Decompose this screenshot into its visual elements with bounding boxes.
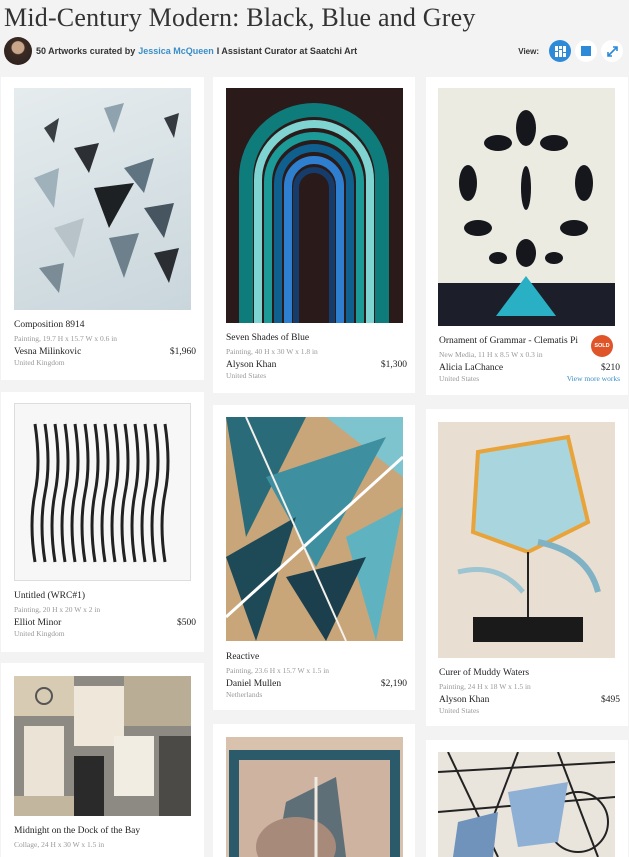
artwork-image[interactable]	[226, 417, 403, 641]
grid-view-icon	[554, 45, 566, 57]
artwork-card[interactable]: Untitled (WRC#1) Painting, 20 H x 20 W x…	[1, 392, 204, 652]
artwork-card[interactable]: Reactive Painting, 23.6 H x 15.7 W x 1.5…	[213, 405, 415, 710]
artwork-details: Painting, 23.6 H x 15.7 W x 1.5 in	[226, 666, 330, 675]
artwork-image[interactable]	[438, 422, 615, 658]
artwork-count: 50 Artworks curated by	[36, 46, 136, 56]
artist-country: United States	[226, 371, 267, 380]
artwork-title[interactable]: Seven Shades of Blue	[226, 333, 407, 343]
artwork-graphic	[457, 434, 601, 642]
artist-name[interactable]: Elliot Minor	[14, 618, 61, 628]
artwork-details: Painting, 40 H x 30 W x 1.8 in	[226, 347, 318, 356]
artwork-image[interactable]	[438, 88, 615, 326]
view-label: View:	[518, 46, 539, 56]
artist-name[interactable]: Alyson Khan	[439, 695, 489, 705]
artwork-card[interactable]: Ornament of Grammar - Clematis Pi New Me…	[426, 77, 628, 395]
artwork-details: Collage, 24 H x 30 W x 1.5 in	[14, 840, 105, 849]
artwork-title[interactable]: Composition 8914	[14, 320, 196, 330]
artist-country: United Kingdom	[14, 358, 65, 367]
artwork-graphic	[438, 110, 615, 326]
artist-name[interactable]: Daniel Mullen	[226, 679, 281, 689]
artwork-price: $210	[601, 363, 620, 373]
artwork-graphic	[14, 676, 191, 816]
expand-icon	[606, 45, 618, 57]
artwork-image[interactable]	[14, 676, 191, 816]
page-title: Mid-Century Modern: Black, Blue and Grey	[4, 3, 476, 32]
expand-button[interactable]	[601, 40, 623, 62]
curator-role: I Assistant Curator at Saatchi Art	[216, 46, 358, 56]
artwork-card[interactable]: Curer of Muddy Waters Painting, 24 H x 1…	[426, 409, 628, 726]
single-view-icon	[581, 46, 591, 56]
avatar[interactable]	[4, 37, 32, 65]
artwork-price: $500	[177, 618, 196, 628]
single-view-button[interactable]	[575, 40, 597, 62]
artwork-image[interactable]	[14, 88, 191, 310]
artwork-price: $2,190	[380, 679, 407, 689]
artwork-title[interactable]: Curer of Muddy Waters	[439, 668, 620, 678]
artwork-card[interactable]	[213, 724, 415, 857]
grid-view-button[interactable]	[549, 40, 571, 62]
artwork-details: Painting, 19.7 H x 15.7 W x 0.6 in	[14, 334, 118, 343]
artwork-title[interactable]: Reactive	[226, 652, 407, 662]
artwork-title[interactable]: Midnight on the Dock of the Bay	[14, 826, 196, 836]
artist-country: Netherlands	[226, 690, 263, 699]
artist-name[interactable]: Vesna Milinkovic	[14, 347, 81, 357]
artist-country: United States	[439, 706, 480, 715]
artwork-card[interactable]: Composition 8914 Painting, 19.7 H x 15.7…	[1, 77, 204, 380]
artwork-image[interactable]	[438, 752, 615, 857]
artwork-details: Painting, 20 H x 20 W x 2 in	[14, 605, 101, 614]
artwork-title[interactable]: Ornament of Grammar - Clematis Pi	[439, 336, 579, 346]
artwork-title[interactable]: Untitled (WRC#1)	[14, 591, 196, 601]
artist-name[interactable]: Alyson Khan	[226, 360, 276, 370]
sold-badge: SOLD	[591, 335, 613, 357]
artwork-graphic	[226, 417, 403, 641]
artwork-price: $495	[601, 695, 620, 705]
artist-country: United States	[439, 374, 480, 383]
artwork-graphic	[30, 423, 170, 563]
view-switcher: View:	[518, 40, 623, 62]
curator-info: 50 Artworks curated by Jessica McQueen I…	[4, 37, 357, 65]
artwork-graphic	[229, 750, 400, 857]
artwork-graphic	[438, 752, 615, 857]
artist-name[interactable]: Alicia LaChance	[439, 363, 503, 373]
artwork-image[interactable]	[14, 403, 191, 581]
artwork-graphic	[34, 103, 179, 293]
artwork-graphic	[239, 103, 389, 323]
artwork-card[interactable]	[426, 740, 628, 857]
view-more-works-link[interactable]: View more works	[567, 374, 620, 383]
curator-name-link[interactable]: Jessica McQueen	[138, 46, 214, 56]
artwork-image[interactable]	[226, 88, 403, 323]
artwork-card[interactable]: Midnight on the Dock of the Bay Collage,…	[1, 663, 204, 857]
artwork-price: $1,300	[380, 360, 407, 370]
artwork-price: $1,960	[169, 347, 196, 357]
artwork-card[interactable]: Seven Shades of Blue Painting, 40 H x 30…	[213, 77, 415, 393]
artist-country: United Kingdom	[14, 629, 65, 638]
artwork-details: Painting, 24 H x 18 W x 1.5 in	[439, 682, 531, 691]
artwork-image[interactable]	[226, 737, 403, 857]
